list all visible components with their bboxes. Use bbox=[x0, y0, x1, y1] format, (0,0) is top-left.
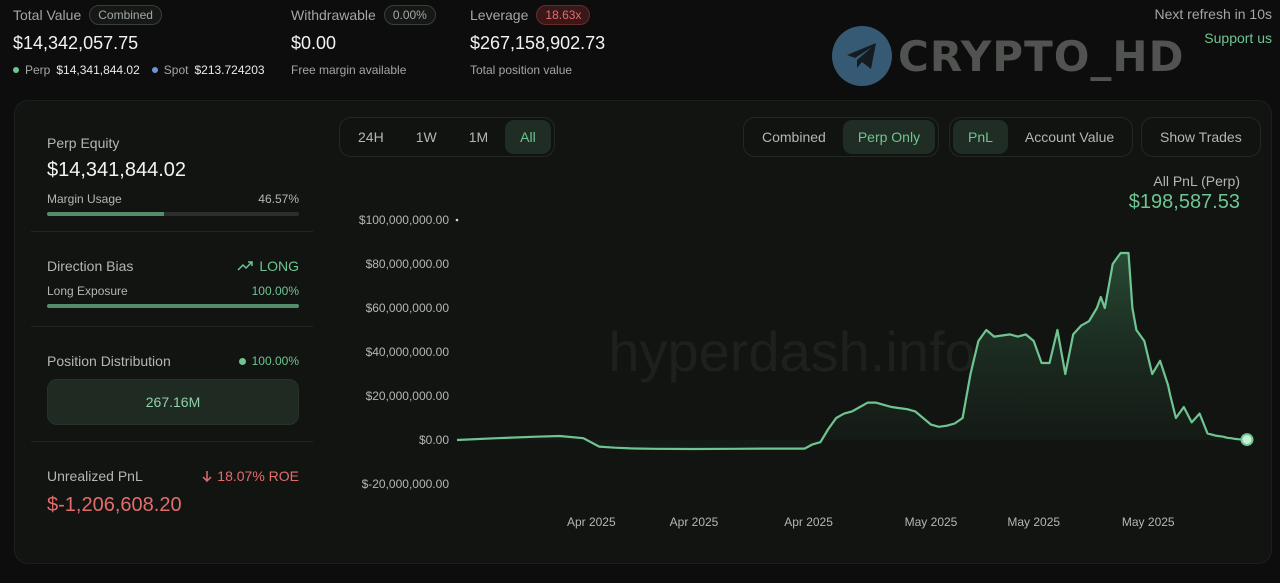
y-tick-label: $40,000,000.00 bbox=[366, 345, 450, 359]
spot-label: Spot bbox=[163, 63, 189, 77]
spot-value: $213.724203 bbox=[194, 63, 265, 77]
tab-account-value[interactable]: Account Value bbox=[1010, 120, 1129, 154]
telegram-icon bbox=[832, 26, 892, 86]
withdrawable-badge: 0.00% bbox=[383, 5, 436, 25]
long-exposure-value: 100.00% bbox=[251, 284, 299, 298]
watermark-logo-text: CRYPTO_HD bbox=[898, 31, 1185, 81]
section-divider bbox=[31, 231, 313, 232]
x-tick-label: May 2025 bbox=[905, 515, 958, 529]
last-point-marker bbox=[1240, 433, 1254, 447]
long-dot-icon bbox=[238, 357, 246, 365]
refresh-countdown: Next refresh in 10s bbox=[1154, 6, 1273, 22]
perp-label: Perp bbox=[25, 63, 51, 77]
roe-value: 18.07% ROE bbox=[217, 468, 299, 484]
total-value-label: Total Value bbox=[13, 7, 82, 23]
margin-usage-value: 46.57% bbox=[258, 192, 299, 206]
position-distribution-percent: 100.00% bbox=[238, 354, 299, 368]
unrealized-pnl-value: $-1,206,608.20 bbox=[47, 494, 182, 516]
withdrawable-label: Withdrawable bbox=[291, 7, 376, 23]
perp-equity-section: Perp Equity $14,341,844.02 Margin Usage … bbox=[47, 135, 299, 216]
perp-dot-icon bbox=[13, 67, 19, 73]
direction-bias-text: LONG bbox=[259, 258, 299, 274]
direction-bias-label: Direction Bias bbox=[47, 258, 134, 274]
total-value-breakdown: Perp $14,341,844.02 Spot $213.724203 bbox=[13, 63, 265, 77]
section-divider bbox=[31, 441, 313, 442]
long-exposure-label: Long Exposure bbox=[47, 284, 128, 298]
leverage-sub: Total position value bbox=[470, 63, 573, 77]
portfolio-panel: Perp Equity $14,341,844.02 Margin Usage … bbox=[14, 100, 1272, 564]
tab-24h[interactable]: 24H bbox=[343, 120, 399, 154]
withdrawable-amount: $0.00 bbox=[291, 33, 337, 53]
total-value-amount: $14,342,057.75 bbox=[13, 33, 139, 53]
x-tick-label: Apr 2025 bbox=[567, 515, 616, 529]
section-divider bbox=[31, 326, 313, 327]
y-tick-label: $80,000,000.00 bbox=[366, 257, 450, 271]
unrealized-pnl-label: Unrealized PnL bbox=[47, 468, 143, 484]
perp-equity-value: $14,341,844.02 bbox=[47, 159, 187, 181]
y-tick-label: $0.00 bbox=[419, 433, 449, 447]
x-tick-label: Apr 2025 bbox=[784, 515, 833, 529]
withdrawable-sub: Free margin available bbox=[291, 63, 407, 77]
y-tick-label: $100,000,000.00 bbox=[359, 213, 449, 227]
x-tick-label: May 2025 bbox=[1122, 515, 1175, 529]
leverage-position-value: $267,158,902.73 bbox=[470, 33, 606, 53]
y-tick-label: $20,000,000.00 bbox=[366, 389, 450, 403]
margin-usage-bar-fill bbox=[47, 212, 165, 216]
roe-indicator: 18.07% ROE bbox=[202, 468, 299, 484]
trending-up-icon bbox=[237, 261, 254, 271]
pnl-summary-title: All PnL (Perp) bbox=[1153, 173, 1240, 189]
long-exposure-bar-fill bbox=[47, 304, 299, 308]
long-exposure-bar bbox=[47, 304, 299, 308]
support-link[interactable]: Support us bbox=[1204, 30, 1272, 46]
leverage-stat: Leverage 18.63x $267,158,902.73 Total po… bbox=[470, 5, 606, 77]
stats-column: Perp Equity $14,341,844.02 Margin Usage … bbox=[15, 101, 313, 565]
crypto-hd-watermark: CRYPTO_HD bbox=[832, 26, 1184, 86]
x-tick-label: Apr 2025 bbox=[670, 515, 719, 529]
y-tick-label: $60,000,000.00 bbox=[366, 301, 450, 315]
perp-equity-label: Perp Equity bbox=[47, 135, 120, 151]
spot-dot-icon bbox=[151, 67, 158, 73]
tab-perp-only[interactable]: Perp Only bbox=[842, 120, 936, 154]
tab-1m[interactable]: 1M bbox=[454, 120, 503, 154]
margin-usage-bar bbox=[47, 212, 299, 216]
show-trades-button[interactable]: Show Trades bbox=[1145, 120, 1257, 154]
position-distribution-label: Position Distribution bbox=[47, 353, 171, 369]
y-tick-label: $-20,000,000.00 bbox=[362, 477, 450, 491]
total-value-stat: Total Value Combined $14,342,057.75 Perp… bbox=[13, 5, 265, 77]
unrealized-pnl-section: Unrealized PnL 18.07% ROE $-1,206,608.20 bbox=[47, 468, 299, 517]
combined-badge: Combined bbox=[89, 5, 162, 25]
arrow-down-icon bbox=[202, 471, 212, 482]
position-distribution-bar[interactable]: 267.16M bbox=[47, 379, 299, 425]
position-distribution-value: 100.00% bbox=[251, 354, 299, 368]
pnl-chart[interactable]: hyperdash.info $100,000,000.00 $80,000,000… bbox=[345, 211, 1255, 541]
direction-bias-value: LONG bbox=[237, 258, 299, 274]
x-tick-label: May 2025 bbox=[1007, 515, 1060, 529]
scope-selector: Combined Perp Only bbox=[743, 117, 940, 157]
direction-bias-section: Direction Bias LONG Long Exposure 100.00… bbox=[47, 258, 299, 308]
show-trades-toggle: Show Trades bbox=[1141, 117, 1261, 157]
axis-marker bbox=[455, 218, 459, 222]
perp-value: $14,341,844.02 bbox=[56, 63, 140, 77]
top-stats-bar: Total Value Combined $14,342,057.75 Perp… bbox=[0, 0, 1280, 92]
leverage-label: Leverage bbox=[470, 7, 529, 23]
chart-watermark: hyperdash.info bbox=[608, 320, 975, 383]
margin-usage-label: Margin Usage bbox=[47, 192, 122, 206]
tab-pnl[interactable]: PnL bbox=[953, 120, 1008, 154]
tab-all[interactable]: All bbox=[505, 120, 551, 154]
metric-selector: PnL Account Value bbox=[949, 117, 1134, 157]
position-distribution-section: Position Distribution 100.00% 267.16M bbox=[47, 353, 299, 425]
tab-1w[interactable]: 1W bbox=[401, 120, 452, 154]
timeframe-selector: 24H 1W 1M All bbox=[339, 117, 555, 157]
leverage-badge: 18.63x bbox=[536, 5, 591, 25]
withdrawable-stat: Withdrawable 0.00% $0.00 Free margin ava… bbox=[291, 5, 436, 77]
tab-combined[interactable]: Combined bbox=[747, 120, 841, 154]
